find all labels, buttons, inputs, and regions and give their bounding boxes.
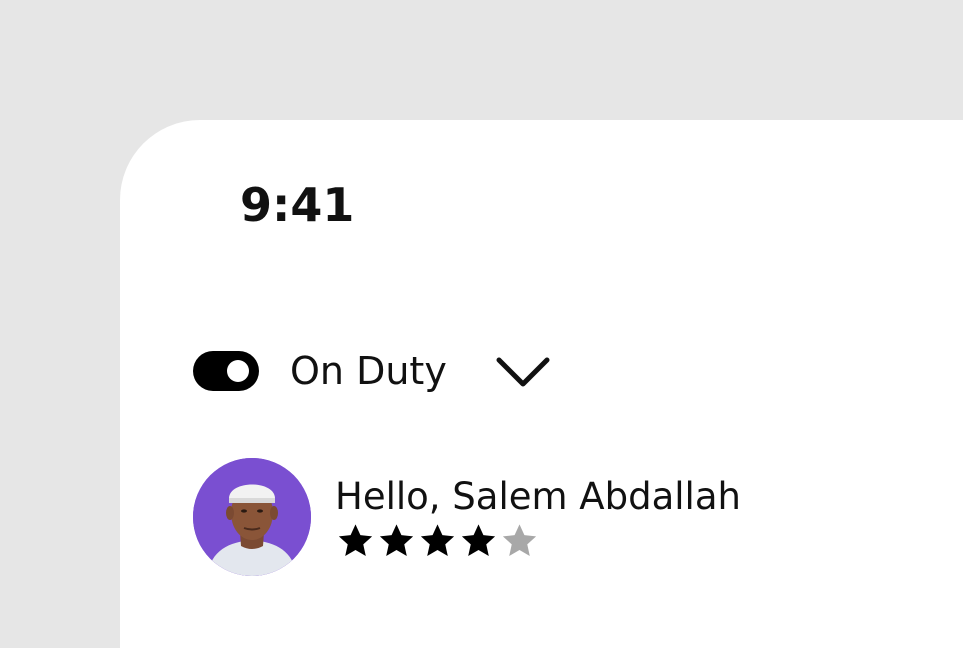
driver-profile: Hello, Salem Abdallah — [193, 458, 741, 576]
chevron-down-icon — [496, 357, 550, 387]
avatar[interactable] — [193, 458, 311, 576]
star-icon-filled — [338, 524, 373, 557]
greeting-text: Hello, Salem Abdallah — [335, 475, 741, 518]
duty-toggle[interactable] — [193, 351, 259, 391]
star-icon-empty — [502, 524, 537, 557]
star-icon-filled — [379, 524, 414, 557]
star-icon-filled — [420, 524, 455, 557]
duty-dropdown-button[interactable] — [495, 354, 551, 388]
phone-screen: 9:41 On Duty Hello, Salem Abdallah — [120, 120, 963, 648]
duty-status-label: On Duty — [290, 349, 447, 393]
star-icon-filled — [461, 524, 496, 557]
duty-status-row: On Duty — [193, 345, 551, 397]
toggle-knob — [227, 360, 249, 382]
profile-text: Hello, Salem Abdallah — [335, 474, 741, 560]
avatar-photo — [193, 458, 311, 576]
status-bar-time: 9:41 — [240, 178, 355, 232]
rating-stars — [335, 522, 741, 560]
